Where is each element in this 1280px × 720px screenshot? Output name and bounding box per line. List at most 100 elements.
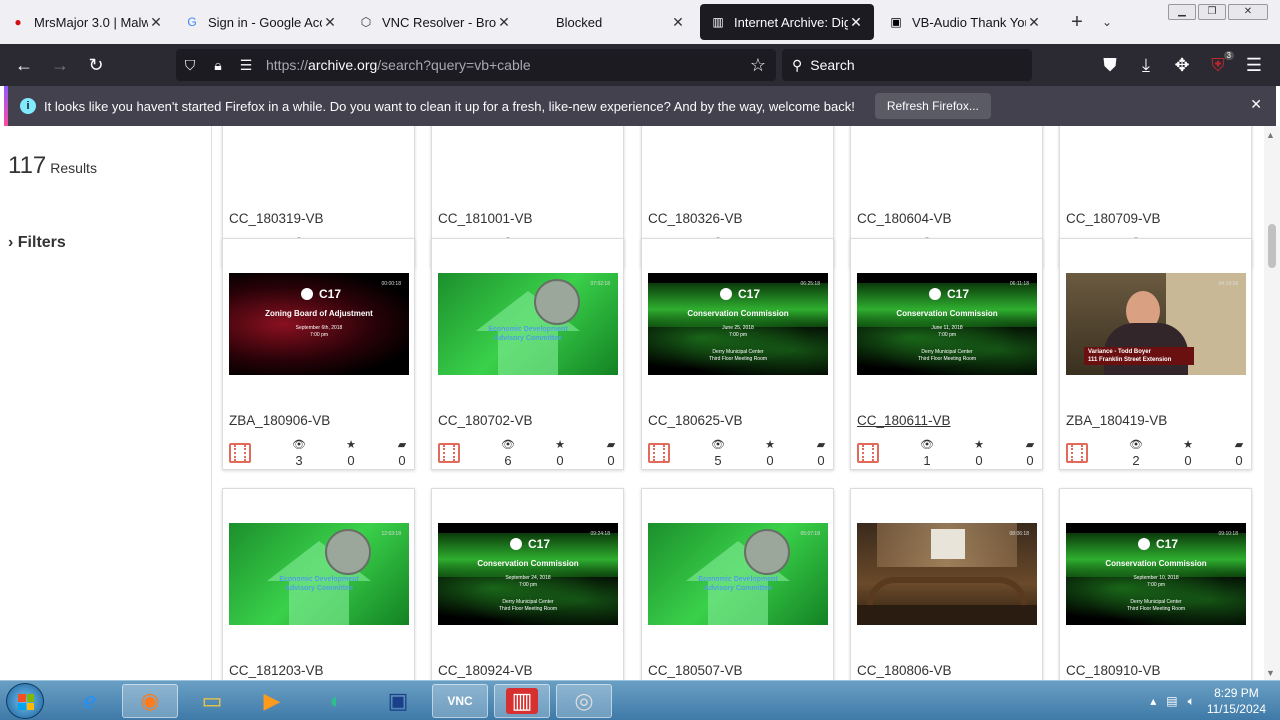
scroll-up-icon[interactable]: ▲: [1266, 130, 1275, 140]
views-count: 6: [504, 453, 512, 468]
back-button[interactable]: ←: [6, 49, 42, 81]
tab-close-icon[interactable]: ✕: [322, 14, 338, 31]
tab-title: Sign in - Google Acco: [208, 14, 322, 30]
minimize-button[interactable]: ▁: [1168, 4, 1196, 20]
scrollbar-thumb[interactable]: [1268, 224, 1276, 268]
pocket-icon[interactable]: ⛊: [1092, 49, 1128, 81]
video-thumbnail[interactable]: C17 Conservation Commission June 25, 2018 …: [648, 273, 828, 375]
tab-close-icon[interactable]: ✕: [1026, 14, 1042, 31]
blank-favicon-icon: [532, 14, 548, 30]
maximize-button[interactable]: ❐: [1198, 4, 1226, 20]
result-card[interactable]: Economic Development Advisory Committee 0…: [641, 488, 834, 680]
seal-icon: [325, 529, 371, 575]
tab-close-icon[interactable]: ✕: [848, 14, 864, 31]
video-thumbnail[interactable]: C17 Zoning Board of Adjustment September 6…: [229, 273, 409, 375]
close-icon[interactable]: ✕: [1250, 96, 1262, 113]
start-button[interactable]: [6, 683, 44, 719]
thumb-location: Derry Municipal Center Third Floor Meeti…: [917, 349, 977, 362]
reload-button[interactable]: ↻: [78, 49, 114, 81]
ublock-icon[interactable]: ⛨ 3: [1200, 49, 1236, 81]
extensions-icon[interactable]: ✥: [1164, 49, 1200, 81]
refresh-firefox-button[interactable]: Refresh Firefox...: [874, 93, 991, 119]
firefox-icon[interactable]: ◉: [122, 684, 178, 718]
audio-device-icon[interactable]: ◎: [556, 684, 612, 718]
nav-toolbar: ← → ↻ ⛉ 🔒︎ ☰ https://archive.org/search?…: [0, 44, 1280, 86]
tab-3[interactable]: ⬡ VNC Resolver - Browse✕: [348, 4, 522, 40]
item-title[interactable]: CC_180326-VB: [648, 211, 743, 226]
app-icon[interactable]: ◐: [308, 684, 364, 718]
list-tabs-chevron-icon[interactable]: ⌄: [1092, 15, 1122, 29]
tab-close-icon[interactable]: ✕: [148, 14, 164, 31]
movies-film-icon: [648, 443, 670, 463]
network-icon[interactable]: ▤: [1166, 694, 1177, 708]
item-title[interactable]: CC_181203-VB: [229, 663, 324, 678]
item-title[interactable]: ZBA_180906-VB: [229, 413, 330, 428]
tab-6[interactable]: ▣ VB-Audio Thank You P✕: [878, 4, 1052, 40]
result-card[interactable]: 08:06:18 CC_180806-VB: [850, 488, 1043, 680]
tab-close-icon[interactable]: ✕: [496, 14, 512, 31]
result-card[interactable]: C17 Conservation Commission June 11, 2018 …: [850, 238, 1043, 470]
tab-1[interactable]: ● MrsMajor 3.0 | Malwar✕: [0, 4, 174, 40]
item-title[interactable]: CC_181001-VB: [438, 211, 533, 226]
media-player-icon[interactable]: ▶: [244, 684, 300, 718]
downloads-icon[interactable]: ⤓: [1128, 49, 1164, 81]
tab-close-icon[interactable]: ✕: [670, 14, 686, 31]
item-title[interactable]: CC_180702-VB: [438, 413, 533, 428]
comment-icon: ▰: [816, 439, 826, 451]
item-title[interactable]: CC_180806-VB: [857, 663, 952, 678]
result-card[interactable]: Variance - Todd Boyer 111 Franklin Street…: [1059, 238, 1252, 470]
item-title[interactable]: CC_180319-VB: [229, 211, 324, 226]
video-thumbnail[interactable]: Economic Development Advisory Committee 0…: [648, 523, 828, 625]
window-close-button[interactable]: ✕: [1228, 4, 1268, 20]
tracking-shield-icon[interactable]: ⛉: [176, 57, 204, 74]
item-title[interactable]: CC_180611-VB: [857, 413, 951, 428]
item-title[interactable]: CC_180604-VB: [857, 211, 952, 226]
item-title[interactable]: CC_180625-VB: [648, 413, 743, 428]
result-card[interactable]: C17 Conservation Commission September 10, …: [1059, 488, 1252, 680]
video-thumbnail[interactable]: 08:06:18: [857, 523, 1037, 625]
item-title[interactable]: CC_180709-VB: [1066, 211, 1161, 226]
lock-icon[interactable]: 🔒︎: [204, 57, 232, 74]
internet-explorer-icon[interactable]: ℯ: [62, 684, 118, 718]
show-hidden-icon[interactable]: ▴: [1150, 694, 1156, 708]
video-thumbnail[interactable]: C17 Conservation Commission June 11, 2018 …: [857, 273, 1037, 375]
video-thumbnail[interactable]: Variance - Todd Boyer 111 Franklin Street…: [1066, 273, 1246, 375]
filters-toggle[interactable]: › Filters: [8, 234, 66, 252]
thumb-date: September 10, 2018 7:00 pm: [1133, 575, 1179, 588]
page-scrollbar[interactable]: ▲ ▼: [1264, 126, 1280, 680]
search-input[interactable]: ⚲ Search: [782, 49, 1032, 81]
video-thumbnail[interactable]: Economic Development Advisory Committee 1…: [229, 523, 409, 625]
result-card[interactable]: C17 Conservation Commission September 24, …: [431, 488, 624, 680]
video-thumbnail[interactable]: C17 Conservation Commission September 24, …: [438, 523, 618, 625]
item-title[interactable]: CC_180910-VB: [1066, 663, 1161, 678]
forward-button[interactable]: →: [42, 49, 78, 81]
video-thumbnail[interactable]: Economic Development Advisory Committee 0…: [438, 273, 618, 375]
bookmark-star-icon[interactable]: ☆: [750, 55, 766, 76]
reviews-count: 0: [817, 453, 825, 468]
result-card[interactable]: Economic Development Advisory Committee 0…: [431, 238, 624, 470]
item-title[interactable]: CC_180507-VB: [648, 663, 743, 678]
scroll-down-icon[interactable]: ▼: [1266, 668, 1275, 678]
device-icon[interactable]: ▣: [370, 684, 426, 718]
tab-2[interactable]: G Sign in - Google Acco ✕: [174, 4, 348, 40]
menu-icon[interactable]: ☰: [1236, 49, 1272, 81]
permissions-icon[interactable]: ☰: [232, 57, 260, 74]
vnc-viewer-icon[interactable]: VNC: [432, 684, 488, 718]
video-thumbnail[interactable]: C17 Conservation Commission September 10, …: [1066, 523, 1246, 625]
file-explorer-icon[interactable]: ▭: [184, 684, 240, 718]
url-bar[interactable]: ⛉ 🔒︎ ☰ https://archive.org/search?query=…: [176, 49, 776, 81]
presenter-icon[interactable]: ▥: [494, 684, 550, 718]
tab-5[interactable]: ▥ Internet Archive: Digit ✕: [700, 4, 874, 40]
thumb-caption: Conservation Commission: [687, 309, 789, 318]
new-tab-button[interactable]: +: [1062, 11, 1092, 34]
item-title[interactable]: ZBA_180419-VB: [1066, 413, 1167, 428]
item-title[interactable]: CC_180924-VB: [438, 663, 533, 678]
result-card[interactable]: C17 Conservation Commission June 25, 2018 …: [641, 238, 834, 470]
thumb-date: September 6th, 2018 7:00 pm: [295, 325, 343, 338]
url-text[interactable]: https://archive.org/search?query=vb+cabl…: [266, 57, 531, 73]
result-card[interactable]: Economic Development Advisory Committee 1…: [222, 488, 415, 680]
result-card[interactable]: C17 Zoning Board of Adjustment September 6…: [222, 238, 415, 470]
volume-icon[interactable]: 🔈︎: [1188, 694, 1195, 709]
tab-4[interactable]: Blocked ✕: [522, 4, 696, 40]
clock[interactable]: 8:29 PM 11/15/2024: [1207, 685, 1266, 717]
